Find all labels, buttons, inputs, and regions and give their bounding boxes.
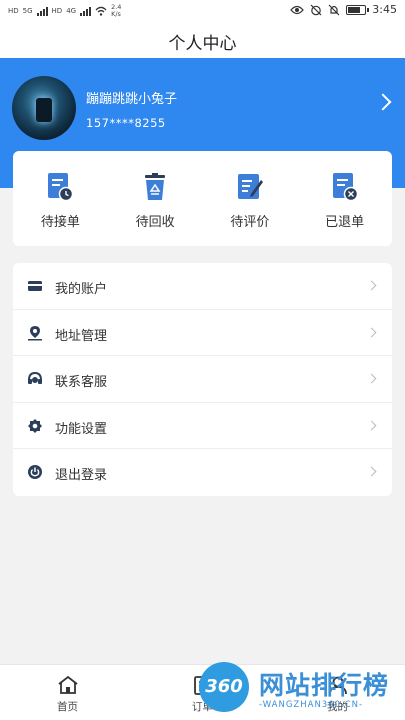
watermark-text: 网站排行榜 bbox=[259, 671, 390, 700]
location-pin-icon bbox=[28, 325, 42, 341]
status-bar: HD 5G HD 4G 2.4 K/s 3:45 bbox=[0, 0, 405, 24]
order-pending-accept[interactable]: 待接单 bbox=[13, 151, 108, 246]
page-title: 个人中心 bbox=[168, 33, 237, 54]
menu-item-account[interactable]: 我的账户 bbox=[13, 263, 392, 310]
chevron-right-icon bbox=[366, 373, 377, 384]
status-left: HD 5G HD 4G 2.4 K/s bbox=[8, 4, 121, 18]
order-label: 待回收 bbox=[135, 215, 175, 230]
chevron-right-icon bbox=[366, 327, 377, 338]
pending-order-icon bbox=[48, 173, 74, 202]
network-speed-unit: K/s bbox=[111, 10, 121, 18]
chevron-right-icon bbox=[366, 466, 377, 477]
network-speed: 2.4 K/s bbox=[111, 4, 121, 18]
chevron-right-icon bbox=[366, 280, 377, 291]
chevron-right-icon bbox=[366, 420, 377, 431]
menu-item-label: 我的账户 bbox=[55, 282, 108, 297]
settings-menu: 我的账户 地址管理 联系客服 功能设置 退出登录 bbox=[13, 263, 392, 496]
recycle-bin-icon bbox=[145, 173, 166, 200]
username: 蹦蹦跳跳小兔子 bbox=[86, 92, 178, 107]
signal-icon bbox=[36, 6, 48, 16]
order-label: 待接单 bbox=[40, 215, 80, 230]
menu-item-settings[interactable]: 功能设置 bbox=[13, 403, 392, 450]
order-label: 待评价 bbox=[230, 215, 270, 230]
avatar[interactable] bbox=[12, 76, 76, 140]
card-icon bbox=[28, 281, 42, 291]
battery-level-fill bbox=[348, 6, 361, 13]
chevron-right-icon[interactable] bbox=[374, 93, 392, 111]
status-right: 3:45 bbox=[290, 3, 397, 16]
clock-time: 3:45 bbox=[372, 3, 397, 16]
signal-icon-2 bbox=[80, 6, 92, 16]
battery-icon bbox=[346, 4, 370, 15]
phone-number: 157****8255 bbox=[86, 116, 166, 130]
menu-item-label: 联系客服 bbox=[55, 375, 108, 391]
alarm-off-icon bbox=[310, 4, 322, 15]
gear-icon bbox=[28, 418, 42, 433]
menu-item-label: 地址管理 bbox=[55, 328, 108, 344]
menu-item-customer-service[interactable]: 联系客服 bbox=[13, 356, 392, 403]
watermark-subtext: -WANGZHAN360.CN- bbox=[259, 700, 364, 710]
title-bar: 个人中心 bbox=[0, 24, 405, 58]
carrier-hd-badge: HD bbox=[8, 7, 19, 15]
order-pending-review[interactable]: 待评价 bbox=[203, 151, 298, 246]
home-icon bbox=[57, 675, 78, 694]
order-label: 已退单 bbox=[325, 215, 365, 230]
network-type-label: 5G bbox=[22, 7, 33, 15]
menu-item-address[interactable]: 地址管理 bbox=[13, 310, 392, 357]
order-pending-recycle[interactable]: 待回收 bbox=[108, 151, 203, 246]
network-type-label-2: 4G bbox=[66, 7, 77, 15]
eye-icon bbox=[290, 5, 305, 14]
order-status-card: 待接单 待回收 待评价 已退单 bbox=[13, 151, 392, 246]
mute-bell-icon bbox=[328, 4, 340, 15]
tab-home[interactable]: 首页 bbox=[0, 665, 135, 720]
menu-item-label: 退出登录 bbox=[55, 468, 108, 484]
order-cancelled[interactable]: 已退单 bbox=[297, 151, 392, 246]
menu-item-logout[interactable]: 退出登录 bbox=[13, 449, 392, 496]
menu-item-label: 功能设置 bbox=[55, 421, 108, 437]
wifi-icon bbox=[95, 6, 107, 16]
cancelled-order-icon bbox=[332, 173, 358, 202]
tab-label: 首页 bbox=[57, 701, 78, 713]
carrier-hd-badge-2: HD bbox=[51, 7, 63, 15]
review-edit-icon bbox=[237, 174, 263, 199]
headset-icon bbox=[28, 372, 42, 385]
power-icon bbox=[28, 465, 42, 480]
watermark-badge: 360 bbox=[199, 662, 249, 712]
watermark-360: 360 网站排行榜 -WANGZHAN360.CN- bbox=[195, 660, 405, 720]
